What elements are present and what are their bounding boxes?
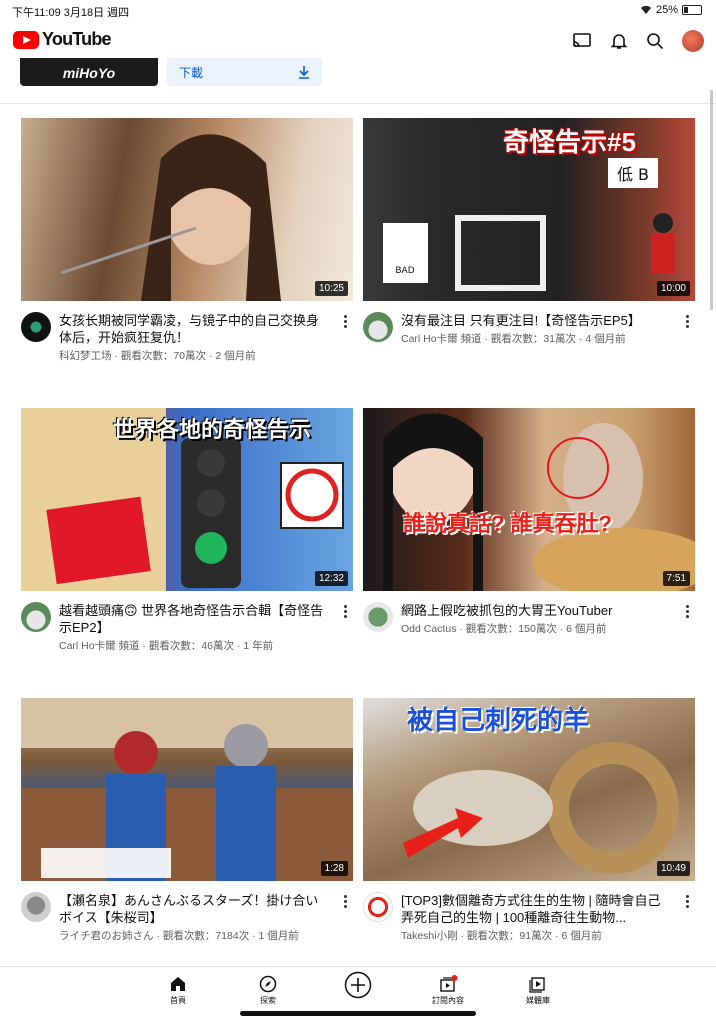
nav-explore-label: 探索 bbox=[260, 996, 276, 1005]
video-subtitle: Odd Cactus · 觀看次數：150萬次 · 6 個月前 bbox=[401, 623, 607, 635]
thumbnail-art bbox=[60, 134, 281, 301]
video-card[interactable]: BAD 低 B 奇怪告示#5 10:00 沒有最注目 只有更注目!【奇怪告示EP… bbox=[363, 118, 695, 363]
add-create-icon bbox=[344, 971, 372, 999]
account-avatar[interactable] bbox=[682, 30, 704, 52]
cast-icon[interactable] bbox=[572, 33, 592, 49]
thumbnail-art bbox=[383, 413, 695, 591]
video-thumbnail[interactable]: 誰說真話? 誰真吞肚? 7:51 bbox=[363, 408, 695, 591]
subscriptions-icon bbox=[440, 975, 458, 992]
duration-badge: 10:49 bbox=[656, 861, 690, 876]
thumbnail-overlay-text: 誰說真話? 誰真吞肚? bbox=[403, 511, 612, 536]
youtube-play-icon bbox=[13, 30, 39, 49]
status-time: 下午11:09 3月18日 週四 bbox=[12, 7, 130, 19]
brand-name: YouTube bbox=[42, 29, 112, 49]
video-meta: 沒有最注目 只有更注目!【奇怪告示EP5】 Carl Ho卡爾 頻道 · 觀看次… bbox=[363, 301, 695, 363]
search-icon[interactable] bbox=[646, 32, 664, 50]
library-icon bbox=[529, 977, 545, 993]
create-button[interactable] bbox=[328, 971, 388, 1001]
status-right: 25% bbox=[640, 4, 702, 16]
nav-library[interactable]: 媒體庫 bbox=[508, 975, 568, 1006]
video-thumbnail[interactable]: BAD 低 B 奇怪告示#5 10:00 bbox=[363, 118, 695, 301]
nav-subscriptions-label: 訂閱內容 bbox=[432, 996, 464, 1005]
channel-avatar[interactable] bbox=[21, 892, 51, 922]
top-actions bbox=[572, 30, 704, 52]
youtube-logo[interactable]: YouTube bbox=[13, 29, 112, 50]
video-subtitle: Takeshi小剛 · 觀看次數：91萬次 · 6 個月前 bbox=[401, 930, 602, 942]
video-card[interactable]: 10:25 女孩长期被同学霸凌，与镜子中的自己交换身体后，开始疯狂复仇！ 科幻梦… bbox=[21, 118, 353, 363]
svg-text:BAD: BAD bbox=[395, 266, 414, 276]
duration-badge: 1:28 bbox=[320, 861, 348, 876]
video-thumbnail[interactable]: 10:25 bbox=[21, 118, 353, 301]
svg-text:低 B: 低 B bbox=[617, 165, 649, 184]
channel-avatar[interactable] bbox=[21, 602, 51, 632]
nav-home[interactable]: 首頁 bbox=[148, 975, 208, 1006]
ad-thumbnail[interactable]: miHoYo bbox=[20, 58, 158, 86]
video-card[interactable]: 被自己刺死的羊 10:49 [TOP3]數個離奇方式往生的生物 | 隨時會自己弄… bbox=[363, 698, 695, 943]
video-thumbnail[interactable]: 1:28 bbox=[21, 698, 353, 881]
video-title[interactable]: 網路上假吃被抓包的大胃王YouTuber bbox=[401, 602, 671, 619]
video-card[interactable]: 誰說真話? 誰真吞肚? 7:51 網路上假吃被抓包的大胃王YouTuber Od… bbox=[363, 408, 695, 653]
video-card[interactable]: 1:28 【瀬名泉】あんさんぶるスターズ！掛け合いボイス【朱桜司】 ライチ君のお… bbox=[21, 698, 353, 943]
channel-avatar[interactable] bbox=[363, 892, 393, 922]
thumbnail-art bbox=[21, 698, 353, 881]
nav-library-label: 媒體庫 bbox=[526, 996, 550, 1005]
battery-percent: 25% bbox=[655, 4, 678, 16]
channel-avatar[interactable] bbox=[363, 602, 393, 632]
nav-explore[interactable]: 探索 bbox=[238, 975, 298, 1006]
duration-badge: 12:32 bbox=[314, 571, 348, 586]
video-subtitle: 科幻梦工场 · 觀看次數：70萬次 · 2 個月前 bbox=[59, 350, 256, 362]
download-label: 下載 bbox=[179, 65, 204, 80]
nav-subscriptions[interactable]: 訂閱內容 bbox=[418, 975, 478, 1006]
thumbnail-overlay-text: 被自己刺死的羊 bbox=[407, 705, 590, 735]
video-title[interactable]: 沒有最注目 只有更注目!【奇怪告示EP5】 bbox=[401, 312, 671, 329]
battery-level bbox=[684, 7, 688, 13]
more-options-icon[interactable] bbox=[339, 895, 351, 909]
video-meta: [TOP3]數個離奇方式往生的生物 | 隨時會自己弄死自己的生物 | 100種離… bbox=[363, 881, 695, 943]
video-subtitle: Carl Ho卡爾 頻道 · 觀看次數：31萬次 · 4 個月前 bbox=[401, 333, 626, 345]
more-options-icon[interactable] bbox=[681, 895, 693, 909]
download-arrow-icon bbox=[299, 66, 309, 79]
home-icon bbox=[171, 977, 185, 991]
compass-icon bbox=[259, 975, 277, 993]
video-meta: 女孩长期被同学霸凌，与镜子中的自己交换身体后，开始疯狂复仇！ 科幻梦工场 · 觀… bbox=[21, 301, 353, 363]
video-title[interactable]: [TOP3]數個離奇方式往生的生物 | 隨時會自己弄死自己的生物 | 100種離… bbox=[401, 892, 671, 926]
video-subtitle: Carl Ho卡爾 頻道 · 觀看次數：46萬次 · 1 年前 bbox=[59, 640, 274, 652]
scroll-indicator[interactable] bbox=[710, 90, 713, 310]
channel-avatar[interactable] bbox=[21, 312, 51, 342]
more-options-icon[interactable] bbox=[339, 315, 351, 329]
nav-home-label: 首頁 bbox=[170, 996, 186, 1005]
video-title[interactable]: 女孩长期被同学霸凌，与镜子中的自己交换身体后，开始疯狂复仇！ bbox=[59, 312, 329, 346]
video-thumbnail[interactable]: 被自己刺死的羊 10:49 bbox=[363, 698, 695, 881]
video-title[interactable]: 越看越頭痛🙃 世界各地奇怪告示合輯【奇怪告示EP2】 bbox=[59, 602, 329, 636]
video-thumbnail[interactable]: 世界各地的奇怪告示 12:32 bbox=[21, 408, 353, 591]
duration-badge: 10:25 bbox=[314, 281, 348, 296]
channel-avatar[interactable] bbox=[363, 312, 393, 342]
promoted-ad-strip: miHoYo 下載 bbox=[0, 58, 716, 104]
more-options-icon[interactable] bbox=[681, 605, 693, 619]
notifications-bell-icon[interactable] bbox=[610, 32, 628, 50]
more-options-icon[interactable] bbox=[681, 315, 693, 329]
video-card[interactable]: 世界各地的奇怪告示 12:32 越看越頭痛🙃 世界各地奇怪告示合輯【奇怪告示EP… bbox=[21, 408, 353, 653]
wifi-icon bbox=[640, 5, 651, 15]
top-app-bar: YouTube bbox=[0, 22, 716, 58]
video-meta: 【瀬名泉】あんさんぶるスターズ！掛け合いボイス【朱桜司】 ライチ君のお姉さん ·… bbox=[21, 881, 353, 943]
duration-badge: 7:51 bbox=[662, 571, 690, 586]
thumbnail-overlay-text: 奇怪告示#5 bbox=[503, 127, 636, 157]
thumbnail-overlay-text: 世界各地的奇怪告示 bbox=[113, 417, 312, 442]
status-bar: 下午11:09 3月18日 週四 25% bbox=[0, 0, 716, 22]
home-indicator[interactable] bbox=[240, 1011, 476, 1016]
bottom-navigation: 首頁 探索 訂閱內容 媒體庫 bbox=[0, 966, 716, 1024]
video-subtitle: ライチ君のお姉さん · 觀看次數：7184次 · 1 個月前 bbox=[59, 930, 299, 942]
download-button[interactable]: 下載 bbox=[167, 58, 322, 86]
more-options-icon[interactable] bbox=[339, 605, 351, 619]
video-meta: 網路上假吃被抓包的大胃王YouTuber Odd Cactus · 觀看次數：1… bbox=[363, 591, 695, 653]
video-meta: 越看越頭痛🙃 世界各地奇怪告示合輯【奇怪告示EP2】 Carl Ho卡爾 頻道 … bbox=[21, 591, 353, 653]
video-title[interactable]: 【瀬名泉】あんさんぶるスターズ！掛け合いボイス【朱桜司】 bbox=[59, 892, 329, 926]
battery-icon bbox=[682, 5, 702, 15]
duration-badge: 10:00 bbox=[656, 281, 690, 296]
